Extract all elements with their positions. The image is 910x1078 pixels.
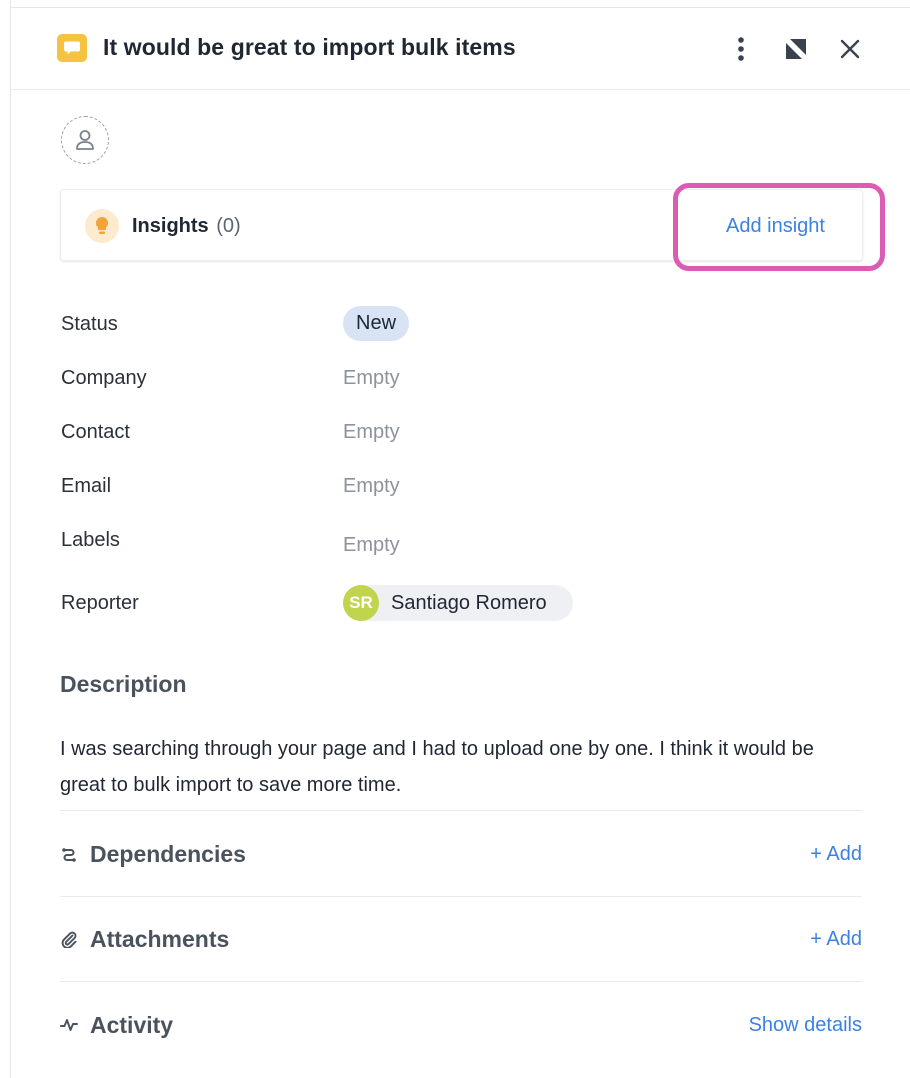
avatar: SR (343, 585, 379, 621)
expand-icon (786, 39, 806, 59)
contact-label: Contact (61, 421, 130, 443)
labels-value[interactable]: Empty (343, 534, 400, 557)
insights-count: (0) (216, 215, 241, 237)
divider (60, 896, 862, 897)
reporter-chip[interactable]: SR Santiago Romero (343, 585, 573, 621)
attachments-section: Attachments + Add (60, 919, 862, 959)
panel-header: It would be great to import bulk items (11, 8, 910, 90)
description-text[interactable]: I was searching through your page and I … (60, 731, 860, 803)
close-button[interactable] (833, 32, 867, 66)
activity-icon (60, 1016, 78, 1034)
dependencies-title: Dependencies (90, 840, 246, 867)
show-details-button[interactable]: Show details (749, 1014, 862, 1037)
add-attachment-button[interactable]: + Add (810, 928, 862, 951)
reporter-label: Reporter (61, 592, 139, 614)
attachments-title: Attachments (90, 925, 230, 952)
company-label: Company (61, 367, 147, 389)
status-label: Status (61, 313, 118, 335)
activity-section: Activity Show details (60, 1005, 862, 1045)
add-dependency-button[interactable]: + Add (810, 843, 862, 866)
reporter-name: Santiago Romero (391, 591, 547, 614)
more-vertical-icon (738, 37, 744, 61)
activity-title: Activity (90, 1011, 174, 1038)
panel-left-border (10, 0, 11, 1078)
email-label: Email (61, 475, 112, 497)
status-badge[interactable]: New (343, 306, 410, 341)
insights-title: Insights (132, 215, 209, 237)
more-options-button[interactable] (724, 32, 758, 66)
user-icon (76, 130, 94, 150)
email-value[interactable]: Empty (343, 475, 400, 498)
divider (60, 981, 862, 982)
company-value[interactable]: Empty (343, 367, 400, 390)
description-title: Description (60, 671, 187, 697)
lightbulb-icon (85, 209, 119, 243)
paperclip-icon (60, 930, 78, 948)
dependencies-section: Dependencies + Add (60, 834, 862, 874)
dependencies-icon (60, 845, 78, 863)
divider (60, 810, 862, 811)
labels-label: Labels (61, 529, 120, 551)
speech-bubble-icon (57, 34, 87, 62)
expand-button[interactable] (779, 32, 813, 66)
contact-value[interactable]: Empty (343, 421, 400, 444)
assignee-picker[interactable] (61, 116, 109, 164)
close-icon (840, 39, 860, 59)
insights-label: Insights (0) (132, 215, 241, 238)
page-title: It would be great to import bulk items (103, 34, 516, 60)
highlight-annotation (673, 183, 885, 271)
